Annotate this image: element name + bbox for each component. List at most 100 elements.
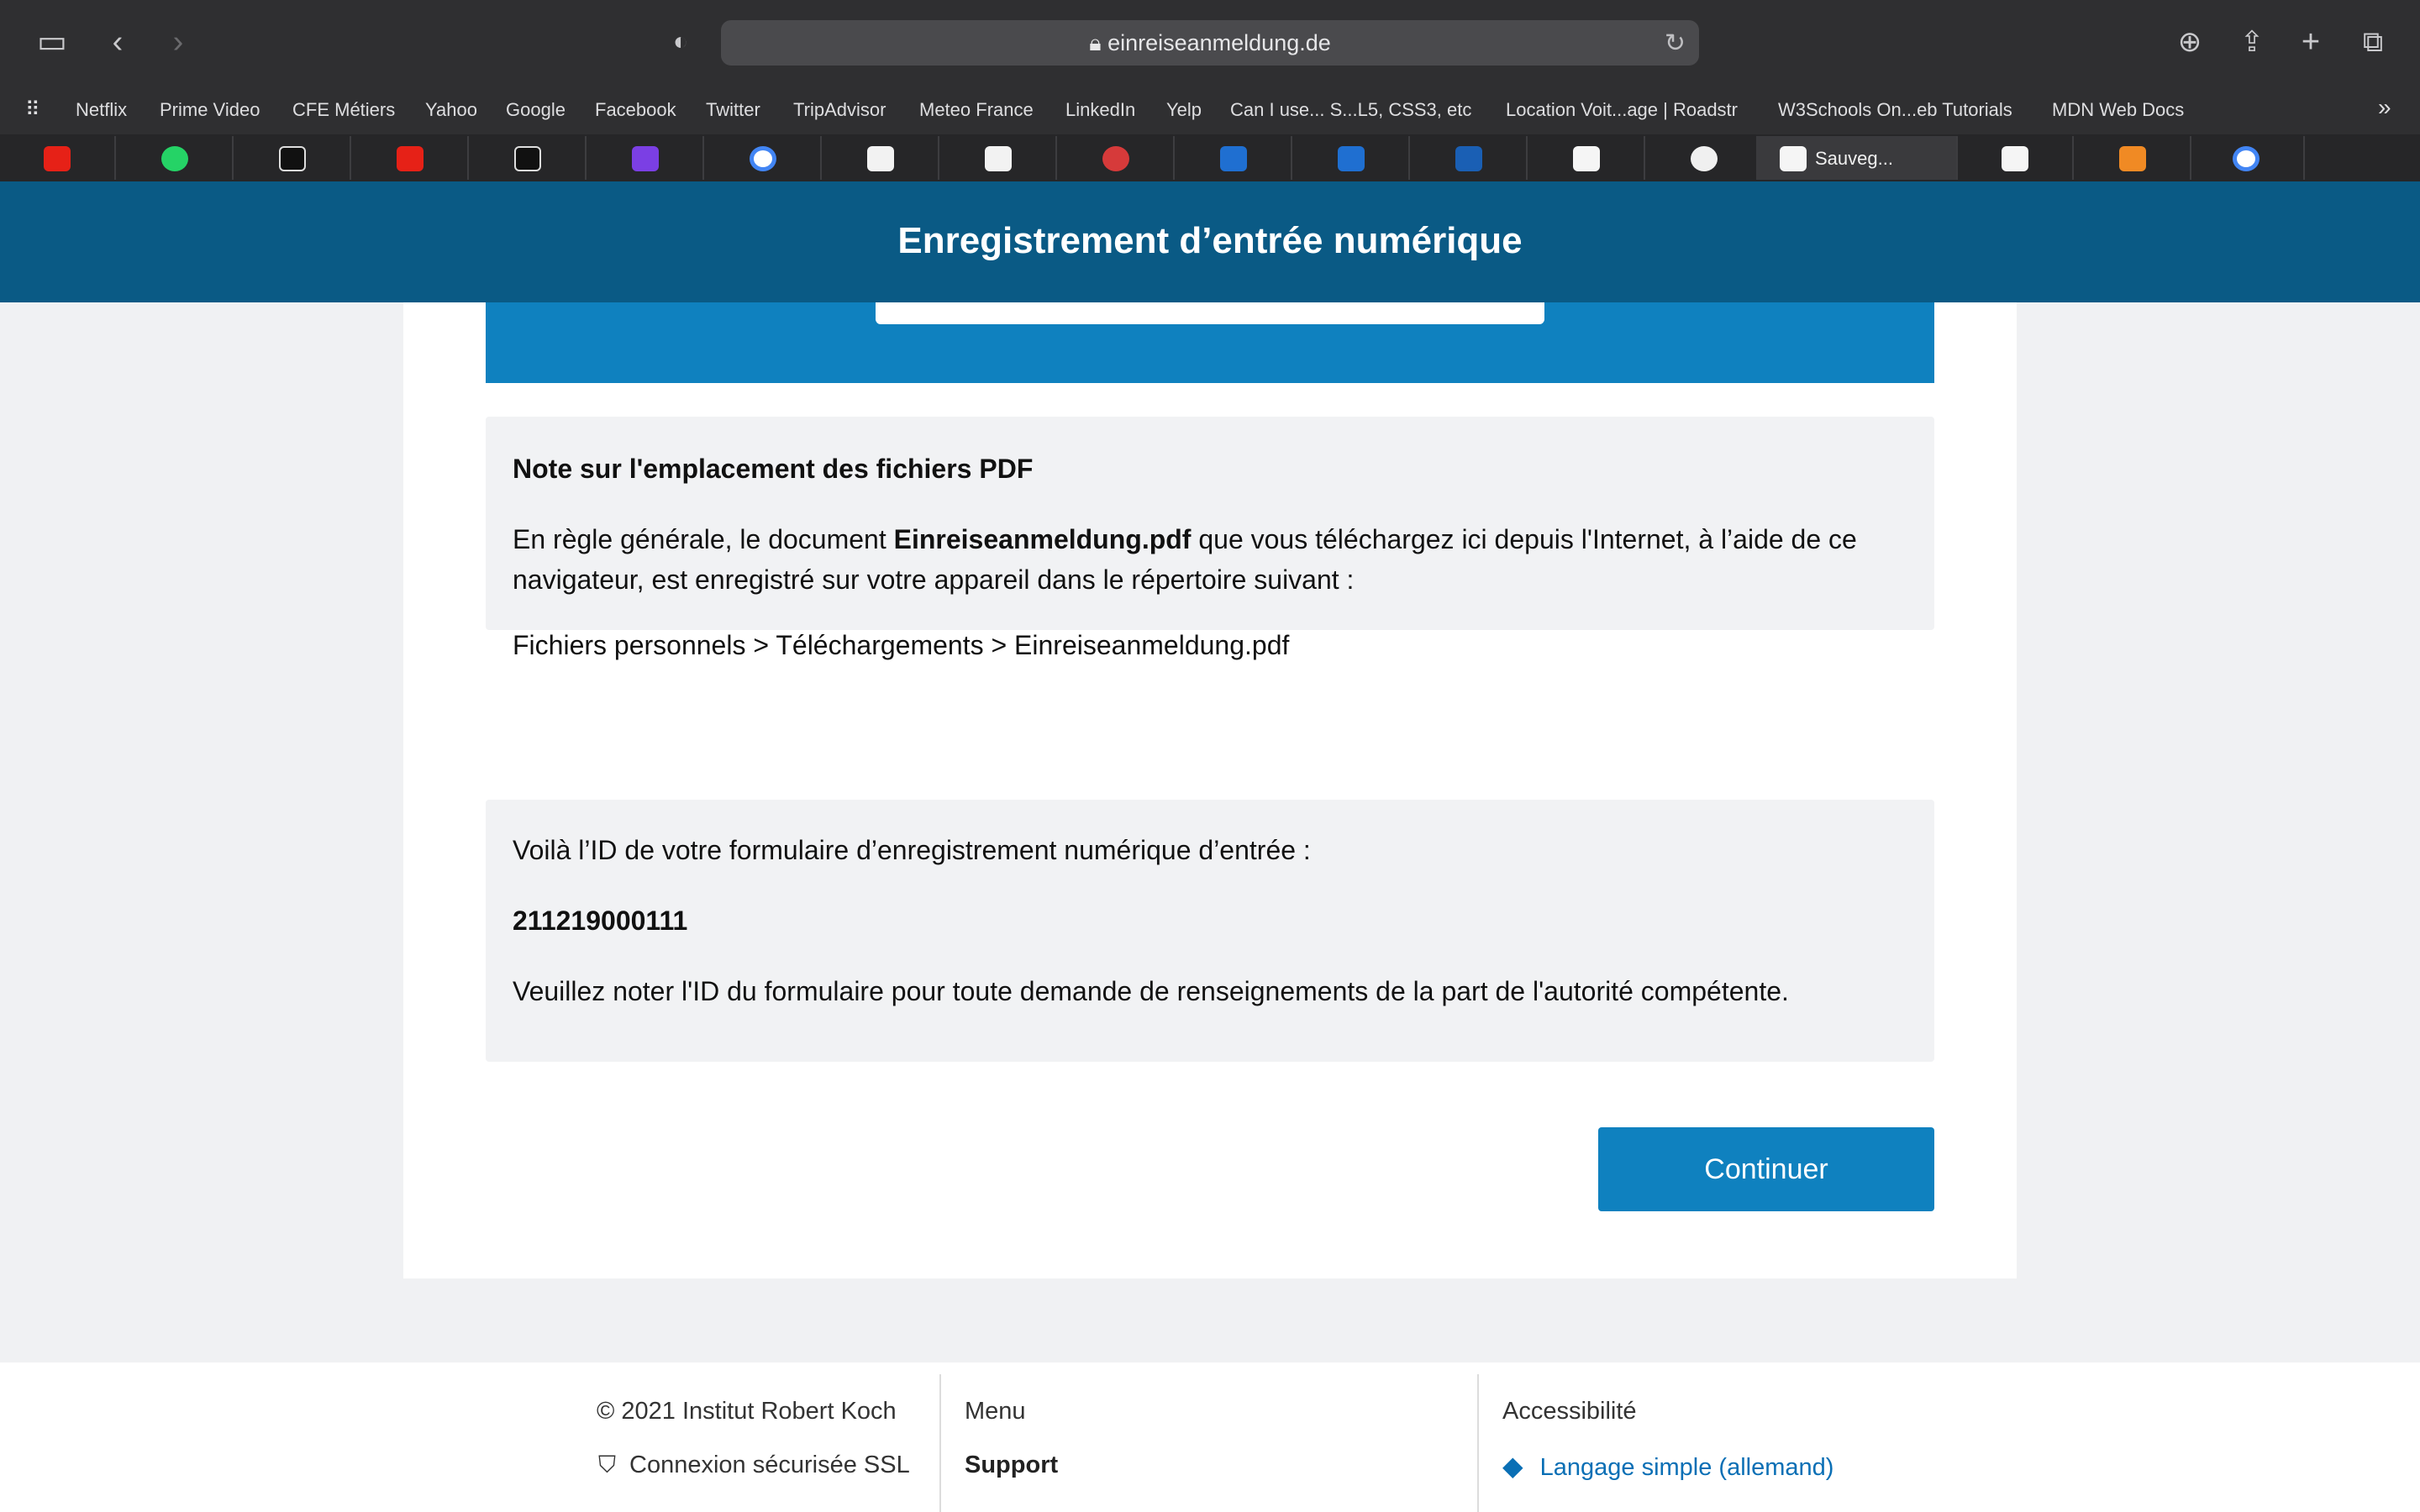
address-bar[interactable]: 🔒︎ einreiseanmeldung.de ↻ <box>721 20 1699 66</box>
apps-grid-icon[interactable]: ⠿ <box>25 97 40 122</box>
bookmark-google[interactable]: Google <box>506 99 566 121</box>
note-text: En règle générale, le document Einreisea… <box>513 519 1907 600</box>
tab-a-white[interactable] <box>823 136 939 180</box>
site-favicon-icon <box>867 146 894 171</box>
shield-icon: ⛉ <box>598 1452 617 1478</box>
download-panel <box>486 302 1934 383</box>
tab-google-2[interactable] <box>2189 136 2305 180</box>
site-favicon-icon <box>279 146 306 171</box>
url-text: einreiseanmeldung.de <box>1107 30 1331 55</box>
tab-site-black[interactable] <box>235 136 351 180</box>
footer-menu-heading: Menu <box>965 1398 1026 1425</box>
simple-language-icon: ◆ <box>1502 1451 1523 1481</box>
bookmark-cfe-metiers[interactable]: CFE Métiers <box>292 99 395 121</box>
download-button-edge[interactable] <box>876 302 1544 324</box>
federal-eagle-icon <box>1573 146 1600 171</box>
tab-purple[interactable] <box>588 136 704 180</box>
tab-p-logo[interactable] <box>1647 136 1763 180</box>
forward-icon[interactable]: › <box>158 22 198 62</box>
new-tab-icon[interactable]: + <box>2291 22 2331 62</box>
footer-divider <box>1477 1374 1479 1512</box>
youtube-icon <box>397 146 424 171</box>
bookmark-meteo-france[interactable]: Meteo France <box>919 99 1034 121</box>
federal-eagle-icon <box>1780 146 1807 171</box>
bookmark-w3schools[interactable]: W3Schools On...eb Tutorials <box>1778 99 2012 121</box>
form-id-instruction: Veuillez noter l'ID du formulaire pour t… <box>513 976 1789 1006</box>
back-icon[interactable]: ‹ <box>97 22 138 62</box>
bookmark-facebook[interactable]: Facebook <box>595 99 676 121</box>
more-bookmarks-icon[interactable]: » <box>2378 94 2391 121</box>
bookmark-location[interactable]: Location Voit...age | Roadstr <box>1506 99 1738 121</box>
reload-icon[interactable]: ↻ <box>1665 29 1686 58</box>
site-title: Enregistrement d’entrée numérique <box>897 220 1523 261</box>
site-header: Enregistrement d’entrée numérique <box>0 181 2420 302</box>
bookmark-yahoo[interactable]: Yahoo <box>425 99 477 121</box>
youtube-icon <box>44 146 71 171</box>
site-favicon-icon <box>1691 146 1718 171</box>
tab-active[interactable]: Sauveg... <box>1756 136 1958 180</box>
footer-ssl: Connexion sécurisée SSL <box>629 1452 910 1478</box>
lock-icon: 🔒︎ <box>1089 30 1108 55</box>
main-card: Note sur l'emplacement des fichiers PDF … <box>403 302 2017 1278</box>
tab-site-black-2[interactable] <box>471 136 587 180</box>
site-favicon-icon <box>1220 146 1247 171</box>
active-tab-label: Sauveg... <box>1815 148 1893 169</box>
note-filename: Einreiseanmeldung.pdf <box>893 524 1192 554</box>
footer-accessibility-heading: Accessibilité <box>1502 1398 1637 1425</box>
tab-federal-eagle-2[interactable] <box>1958 136 2074 180</box>
form-id-panel: Voilà l’ID de votre formulaire d’enregis… <box>486 800 1934 1062</box>
footer-support-link[interactable]: Support <box>965 1452 1058 1479</box>
bookmark-prime-video[interactable]: Prime Video <box>160 99 260 121</box>
federal-eagle-icon <box>2002 146 2028 171</box>
tab-a-white-2[interactable] <box>941 136 1057 180</box>
site-favicon-icon <box>2119 146 2146 171</box>
footer-copyright: © 2021 Institut Robert Koch <box>597 1398 897 1425</box>
ssl-row: ⛉ Connexion sécurisée SSL <box>598 1452 910 1479</box>
tab-orange[interactable] <box>2075 136 2191 180</box>
simple-language-row[interactable]: ◆ Langage simple (allemand) <box>1502 1450 1833 1482</box>
downloads-icon[interactable]: ⊕ <box>2170 22 2210 62</box>
site-favicon-icon <box>1338 146 1365 171</box>
bookmark-netflix[interactable]: Netflix <box>76 99 127 121</box>
note-path: Fichiers personnels > Téléchargements > … <box>513 630 1290 660</box>
bookmark-twitter[interactable]: Twitter <box>706 99 760 121</box>
site-favicon-icon <box>514 146 541 171</box>
site-favicon-icon <box>1102 146 1129 171</box>
note-title: Note sur l'emplacement des fichiers PDF <box>513 454 1034 484</box>
pdf-location-note: Note sur l'emplacement des fichiers PDF … <box>486 417 1934 660</box>
tab-blue-a[interactable] <box>1176 136 1292 180</box>
google-icon <box>750 146 776 171</box>
share-icon[interactable]: ⇪ <box>2232 22 2272 62</box>
tab-red-logo[interactable] <box>1059 136 1175 180</box>
site-favicon-icon <box>1455 146 1482 171</box>
whatsapp-icon <box>161 146 188 171</box>
continue-button[interactable]: Continuer <box>1598 1127 1934 1211</box>
form-id-value: 211219000111 <box>513 906 688 936</box>
tab-youtube-2[interactable] <box>353 136 469 180</box>
tab-bar: Sauveg... <box>0 134 2420 181</box>
site-favicon-icon <box>632 146 659 171</box>
bookmark-yelp[interactable]: Yelp <box>1166 99 1202 121</box>
google-icon <box>2233 146 2260 171</box>
browser-chrome: ▭ ‹ › ◐ 🔒︎ einreiseanmeldung.de ↻ ⊕ ⇪ + … <box>0 0 2420 181</box>
form-id-label: Voilà l’ID de votre formulaire d’enregis… <box>513 835 1311 865</box>
tab-google[interactable] <box>706 136 822 180</box>
sidebar-toggle-icon[interactable]: ▭ <box>32 22 72 62</box>
bookmark-tripadvisor[interactable]: TripAdvisor <box>793 99 886 121</box>
simple-language-link[interactable]: Langage simple (allemand) <box>1540 1454 1834 1481</box>
tab-youtube[interactable] <box>0 136 116 180</box>
bookmark-can-i-use[interactable]: Can I use... S...L5, CSS3, etc <box>1230 99 1471 121</box>
tab-blue-bracket[interactable] <box>1412 136 1528 180</box>
note-text-before: En règle générale, le document <box>513 524 894 554</box>
tab-overview-icon[interactable]: ⧉ <box>2353 22 2393 62</box>
browser-toolbar: ▭ ‹ › ◐ 🔒︎ einreiseanmeldung.de ↻ ⊕ ⇪ + … <box>0 0 2420 86</box>
footer: © 2021 Institut Robert Koch ⛉ Connexion s… <box>0 1362 2420 1512</box>
privacy-shield-icon[interactable]: ◐ <box>660 22 701 62</box>
bookmarks-bar: ⠿ Netflix Prime Video CFE Métiers Yahoo … <box>0 86 2420 134</box>
bookmark-linkedin[interactable]: LinkedIn <box>1065 99 1135 121</box>
footer-divider <box>939 1374 941 1512</box>
tab-blue-a-2[interactable] <box>1294 136 1410 180</box>
tab-whatsapp[interactable] <box>118 136 234 180</box>
tab-federal-eagle[interactable] <box>1529 136 1645 180</box>
bookmark-mdn[interactable]: MDN Web Docs <box>2052 99 2184 121</box>
